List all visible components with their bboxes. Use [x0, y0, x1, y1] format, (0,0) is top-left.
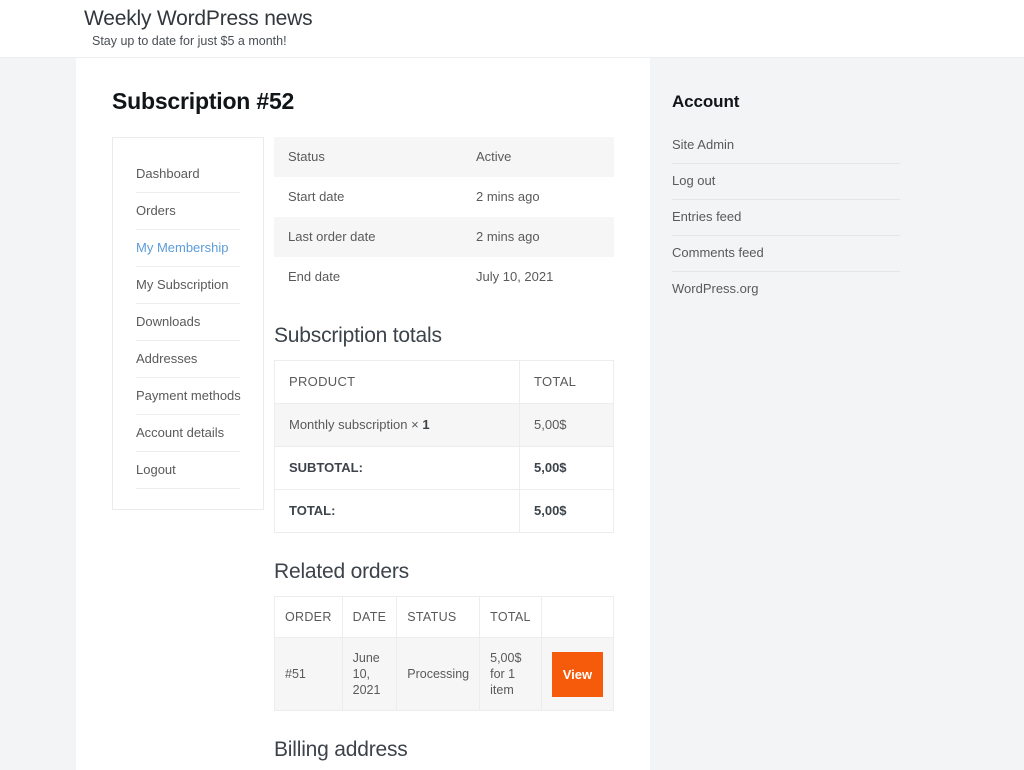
site-title: Weekly WordPress news — [84, 7, 313, 30]
detail-value-start-date: 2 mins ago — [476, 189, 540, 204]
table-row: Monthly subscription × 1 5,00$ — [274, 403, 614, 447]
detail-label-status: Status — [274, 137, 462, 177]
table-row: End date July 10, 2021 — [274, 257, 614, 297]
sidebar-item-addresses[interactable]: Addresses — [136, 341, 240, 378]
page-body: Subscription #52 Dashboard Orders My Mem… — [0, 58, 1024, 770]
total-label: TOTAL: — [274, 489, 520, 533]
column-header-total: TOTAL — [479, 596, 542, 638]
table-header-row: ORDER DATE STATUS TOTAL — [274, 596, 615, 638]
related-orders-table: ORDER DATE STATUS TOTAL #51 June 10, 202… — [274, 596, 615, 711]
line-item-product: Monthly subscription × 1 — [274, 403, 520, 447]
view-order-button[interactable]: View — [551, 651, 603, 697]
sidebar-item-logout[interactable]: Logout — [136, 452, 240, 489]
line-item-quantity: 1 — [422, 417, 430, 432]
detail-value-end-date: July 10, 2021 — [476, 269, 554, 284]
sidebar-item-orders[interactable]: Orders — [136, 193, 240, 230]
table-row: Start date 2 mins ago — [274, 177, 614, 217]
table-row: Last order date 2 mins ago — [274, 217, 614, 257]
table-header-row: PRODUCT TOTAL — [274, 360, 614, 404]
widget-item-entries-feed[interactable]: Entries feed — [672, 200, 900, 236]
detail-label-last-order-date: Last order date — [274, 217, 462, 257]
order-total: 5,00$ for 1 item — [479, 637, 542, 711]
right-sidebar: Account Site Admin Log out Entries feed … — [650, 58, 1024, 770]
subscription-totals-table: PRODUCT TOTAL Monthly subscription × 1 5… — [274, 360, 614, 533]
account-widget-list: Site Admin Log out Entries feed Comments… — [672, 128, 900, 307]
related-orders-heading: Related orders — [274, 560, 409, 583]
main-content: Subscription #52 Dashboard Orders My Mem… — [76, 58, 650, 770]
column-header-product: PRODUCT — [274, 360, 520, 404]
line-item-amount: 5,00$ — [519, 403, 614, 447]
widget-item-site-admin[interactable]: Site Admin — [672, 128, 900, 164]
billing-address-heading: Billing address — [274, 738, 408, 761]
sidebar-item-account-details[interactable]: Account details — [136, 415, 240, 452]
sidebar-item-payment-methods[interactable]: Payment methods — [136, 378, 241, 415]
detail-label-end-date: End date — [288, 269, 341, 284]
column-header-total: TOTAL — [519, 360, 614, 404]
widget-item-comments-feed[interactable]: Comments feed — [672, 236, 900, 272]
table-row: SUBTOTAL: 5,00$ — [274, 446, 614, 490]
column-header-date: DATE — [341, 596, 398, 638]
widget-item-log-out[interactable]: Log out — [672, 164, 900, 200]
order-actions-cell: View — [540, 637, 615, 711]
account-layout: Dashboard Orders My Membership My Subscr… — [112, 137, 615, 770]
site-tagline: Stay up to date for just $5 a month! — [92, 34, 287, 48]
page-title: Subscription #52 — [112, 88, 295, 114]
sidebar-item-downloads[interactable]: Downloads — [136, 304, 240, 341]
subscription-details-table: Status Active Start date 2 mins ago Last… — [274, 137, 614, 297]
order-date: June 10, 2021 — [341, 637, 398, 711]
table-row: TOTAL: 5,00$ — [274, 489, 614, 533]
account-content: Status Active Start date 2 mins ago Last… — [274, 137, 615, 770]
subtotal-label: SUBTOTAL: — [274, 446, 520, 490]
detail-value-last-order-date: 2 mins ago — [462, 217, 614, 257]
table-row: #51 June 10, 2021 Processing 5,00$ for 1… — [274, 637, 615, 711]
line-item-name: Monthly subscription — [289, 417, 408, 432]
column-header-actions — [540, 596, 615, 638]
subtotal-value: 5,00$ — [519, 446, 614, 490]
left-gutter — [0, 58, 76, 770]
site-header: Weekly WordPress news Stay up to date fo… — [0, 0, 1024, 58]
column-header-order: ORDER — [274, 596, 343, 638]
order-status: Processing — [396, 637, 481, 711]
column-header-status: STATUS — [396, 596, 481, 638]
subscription-totals-heading: Subscription totals — [274, 324, 442, 347]
detail-label-start-date: Start date — [288, 189, 345, 204]
line-item-separator: × — [411, 417, 419, 432]
account-widget-title: Account — [672, 92, 740, 111]
sidebar-item-my-subscription[interactable]: My Subscription — [136, 267, 240, 304]
total-value: 5,00$ — [519, 489, 614, 533]
order-number: #51 — [274, 637, 343, 711]
sidebar-item-dashboard[interactable]: Dashboard — [136, 156, 240, 193]
account-navigation: Dashboard Orders My Membership My Subscr… — [112, 137, 264, 510]
sidebar-item-my-membership[interactable]: My Membership — [136, 230, 240, 267]
widget-item-wordpress-org[interactable]: WordPress.org — [672, 272, 900, 307]
detail-value-status: Active — [462, 137, 614, 177]
table-row: Status Active — [274, 137, 614, 177]
